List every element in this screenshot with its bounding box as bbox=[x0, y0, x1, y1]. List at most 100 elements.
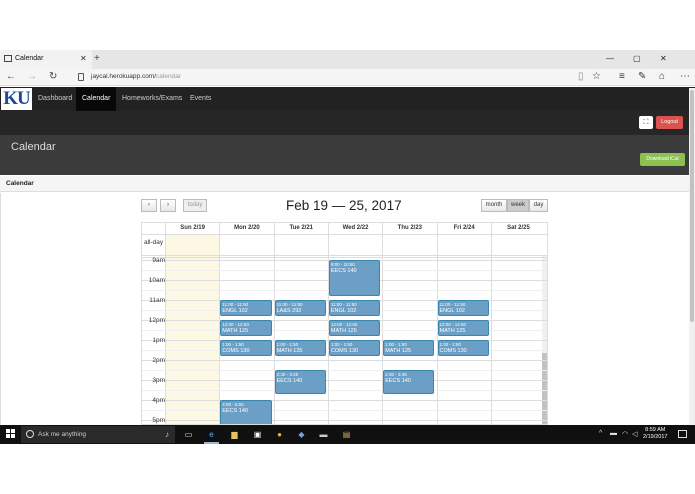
search-placeholder: Ask me anything bbox=[38, 431, 87, 438]
reading-view-icon[interactable]: ▯ bbox=[578, 71, 584, 83]
event-title: MATH 125 bbox=[439, 328, 466, 334]
start-tile bbox=[11, 429, 15, 433]
event-title: MATH 125 bbox=[330, 328, 357, 334]
browser-tab[interactable]: Calendar ✕ bbox=[0, 50, 92, 69]
clock-date: 2/19/2017 bbox=[643, 434, 668, 440]
start-tile bbox=[11, 434, 15, 438]
chrome-icon[interactable]: ● bbox=[274, 429, 285, 440]
event-title: ENGL 102 bbox=[330, 308, 357, 314]
microphone-icon[interactable]: ♪ bbox=[165, 430, 169, 439]
hour-label: 5pm bbox=[152, 417, 165, 424]
windows-start-icon[interactable] bbox=[6, 429, 16, 439]
tray-chevron-icon[interactable]: ^ bbox=[599, 430, 602, 437]
refresh-icon[interactable]: ↻ bbox=[49, 71, 57, 83]
calendar-event[interactable]: 12:00 - 12:50 MATH 125 bbox=[220, 320, 272, 336]
maximize-button[interactable]: ▢ bbox=[633, 54, 641, 63]
day-header-3: Wed 2/22 bbox=[327, 223, 382, 234]
fullscreen-icon[interactable]: ⛶ bbox=[639, 116, 653, 129]
photos-icon[interactable]: ▤ bbox=[341, 429, 352, 440]
minimize-button[interactable]: — bbox=[606, 54, 614, 63]
day-header-5: Fri 2/24 bbox=[436, 223, 491, 234]
event-title: MATH 125 bbox=[385, 348, 412, 354]
new-tab-button[interactable]: + bbox=[94, 53, 100, 64]
network-icon[interactable]: ◠ bbox=[622, 430, 628, 438]
calendar-event[interactable]: 11:00 - 11:50 LA&S 292 bbox=[274, 300, 326, 316]
nav-homeworks-exams[interactable]: Homeworks/Exams bbox=[116, 87, 188, 111]
task-view-icon[interactable]: ▭ bbox=[183, 429, 194, 440]
nav-calendar[interactable]: Calendar bbox=[76, 87, 117, 111]
event-time: 12:00 - 12:50 bbox=[330, 322, 358, 327]
file-explorer-icon[interactable]: ▆ bbox=[229, 429, 240, 440]
page-scrollbar[interactable] bbox=[689, 88, 695, 425]
store-icon[interactable]: ▣ bbox=[252, 429, 263, 440]
week-calendar-grid[interactable]: all-day Sun 2/19 Mon 2/20 Tue 2/21 Wed 2/22… bbox=[141, 222, 548, 425]
edge-icon[interactable]: e bbox=[206, 429, 217, 440]
hour-label: 1pm bbox=[152, 337, 165, 344]
nav-events[interactable]: Events bbox=[184, 87, 217, 111]
calendar-event[interactable]: 4:00 - 6:00 EECS 140 bbox=[220, 400, 272, 424]
calendar-event[interactable]: 12:00 - 12:50 MATH 125 bbox=[437, 320, 489, 336]
event-title: EECS 140 bbox=[385, 378, 411, 384]
calendar-event[interactable]: 9:00 - 10:50 EECS 140 bbox=[328, 260, 381, 296]
event-title: MATH 125 bbox=[276, 348, 303, 354]
hour-line bbox=[142, 380, 547, 381]
hour-label: 12pm bbox=[148, 317, 165, 324]
terminal-icon[interactable]: ▬ bbox=[318, 429, 329, 440]
calendar-event[interactable]: 1:00 - 1:50 COMS 130 bbox=[437, 340, 489, 356]
row-divider bbox=[142, 255, 547, 256]
forward-arrow-icon[interactable]: → bbox=[27, 71, 37, 83]
site-navbar: Dashboard Calendar Homeworks/Exams Event… bbox=[0, 87, 695, 111]
hub-icon[interactable]: ≡ bbox=[619, 71, 625, 83]
windows-taskbar: Ask me anything ♪ ▭ e ▆ ▣ ● ◆ ▬ ▤ ^ ▬ ◠ … bbox=[0, 425, 695, 444]
calendar-event[interactable]: 12:00 - 12:50 MATH 125 bbox=[328, 320, 381, 336]
calendar-event[interactable]: 2:30 - 3:45 EECS 140 bbox=[383, 370, 435, 394]
row-divider bbox=[142, 234, 547, 235]
day-header-2: Tue 2/21 bbox=[273, 223, 328, 234]
calendar-event[interactable]: 11:00 - 11:50 ENGL 102 bbox=[328, 300, 381, 316]
logout-button[interactable]: Logout bbox=[656, 116, 683, 129]
calendar-scroll-thumb[interactable] bbox=[542, 353, 547, 424]
calendar-event[interactable]: 1:00 - 1:50 MATH 125 bbox=[274, 340, 326, 356]
half-hour-line bbox=[142, 370, 547, 371]
calendar-event[interactable]: 1:00 - 1:50 COMS 130 bbox=[328, 340, 381, 356]
web-note-icon[interactable]: ✎ bbox=[638, 71, 646, 83]
calendar-event[interactable]: 2:30 - 3:45 EECS 140 bbox=[274, 370, 326, 394]
page-scroll-thumb[interactable] bbox=[690, 90, 694, 322]
cortana-search-box[interactable]: Ask me anything ♪ bbox=[21, 426, 175, 443]
close-tab-icon[interactable]: ✕ bbox=[80, 54, 87, 63]
event-title: COMS 130 bbox=[222, 348, 250, 354]
battery-icon[interactable]: ▬ bbox=[610, 430, 617, 437]
tab-title: Calendar bbox=[15, 55, 44, 62]
day-view-button[interactable]: day bbox=[529, 199, 548, 212]
prev-week-button[interactable]: ‹ bbox=[141, 199, 157, 212]
calendar-title: Feb 19 — 25, 2017 bbox=[286, 198, 402, 213]
today-button[interactable]: today bbox=[183, 199, 207, 212]
volume-icon[interactable]: ◁ bbox=[632, 430, 637, 438]
half-hour-line bbox=[142, 390, 547, 391]
month-view-button[interactable]: month bbox=[481, 199, 507, 212]
favorite-star-icon[interactable]: ☆ bbox=[592, 71, 601, 83]
browser-tab-bar: Calendar ✕ + — ▢ ✕ bbox=[0, 50, 695, 69]
ku-logo[interactable]: KU bbox=[1, 88, 32, 110]
calendar-event[interactable]: 11:00 - 11:50 ENGL 102 bbox=[437, 300, 489, 316]
page-icon bbox=[4, 55, 12, 62]
calendar-event[interactable]: 11:00 - 11:50 ENGL 102 bbox=[220, 300, 272, 316]
close-window-button[interactable]: ✕ bbox=[660, 54, 667, 63]
calendar-event[interactable]: 1:00 - 1:50 MATH 125 bbox=[383, 340, 435, 356]
start-tile bbox=[6, 434, 10, 438]
back-arrow-icon[interactable]: ← bbox=[6, 71, 16, 83]
taskbar-clock[interactable]: 8:59 AM 2/19/2017 bbox=[643, 427, 667, 441]
url-host: jaycal.herokuapp.com/ bbox=[91, 73, 157, 80]
app-icon[interactable]: ◆ bbox=[296, 429, 307, 440]
url-field[interactable]: jaycal.herokuapp.com/calendar bbox=[91, 73, 181, 80]
header-band bbox=[0, 111, 695, 135]
calendar-event[interactable]: 1:00 - 1:50 COMS 130 bbox=[220, 340, 272, 356]
notification-icon[interactable] bbox=[678, 430, 687, 438]
week-view-button[interactable]: week bbox=[507, 199, 529, 212]
download-ical-button[interactable]: Download iCal bbox=[640, 153, 685, 166]
next-week-button[interactable]: › bbox=[160, 199, 176, 212]
hour-label: 3pm bbox=[152, 377, 165, 384]
share-icon[interactable]: ⌂ bbox=[659, 71, 665, 83]
more-icon[interactable]: ⋯ bbox=[680, 71, 690, 83]
nav-dashboard[interactable]: Dashboard bbox=[32, 87, 78, 111]
